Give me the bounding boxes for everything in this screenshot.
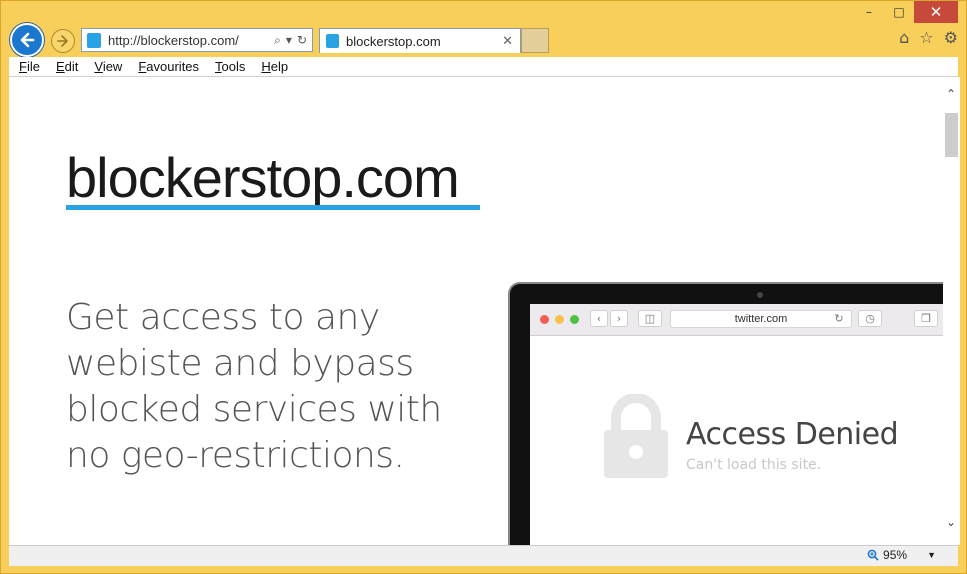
menu-view[interactable]: View [94,59,122,74]
menu-help[interactable]: Help [261,59,288,74]
toolbar-icons: ⌂ ☆ ⚙ [899,28,958,47]
address-bar[interactable]: http://blockerstop.com/ ⌕ ▾ ↻ [81,28,313,52]
menu-bar: File Edit View Favourites Tools Help [9,57,958,77]
mock-back-icon: ‹ [590,310,608,327]
close-tab-icon[interactable]: ✕ [502,34,513,49]
yellow-dot-icon [555,315,564,324]
mock-browser-toolbar: ‹ › ◫ twitter.com ↻ ◷ ❐ [530,304,943,336]
mock-forward-icon: › [610,310,628,327]
address-url[interactable]: http://blockerstop.com/ [108,33,274,48]
mock-url-field: twitter.com [670,310,852,328]
close-button[interactable]: ✕ [914,1,958,23]
gear-icon[interactable]: ⚙ [944,28,958,47]
mock-sidebar-icon: ◫ [638,310,662,327]
browser-window: – □ ✕ http://blockerstop.com/ ⌕ ▾ ↻ bloc [0,0,967,574]
mock-refresh-icon: ↻ [834,312,844,325]
mock-tabs-icon: ❐ [914,310,938,327]
chevron-down-icon[interactable]: ▾ [286,33,292,48]
refresh-icon[interactable]: ↻ [297,33,307,48]
new-tab-button[interactable] [521,28,549,53]
zoom-level: 95% [883,548,908,562]
laptop-camera [757,292,763,298]
window-caption-buttons: – □ ✕ [854,1,958,23]
scroll-down-icon[interactable]: ⌄ [946,515,956,529]
navigation-bar: http://blockerstop.com/ ⌕ ▾ ↻ blockersto… [7,23,966,59]
forward-arrow-icon [57,35,68,47]
access-denied-subtitle: Can't load this site. [686,457,822,473]
menu-file[interactable]: File [19,59,40,74]
minimize-button[interactable]: – [854,1,884,23]
menu-tools[interactable]: Tools [215,59,245,74]
laptop-illustration: ‹ › ◫ twitter.com ↻ ◷ ❐ Access Denied Ca… [508,282,943,545]
scroll-thumb[interactable] [945,113,958,157]
padlock-icon [604,394,668,478]
menu-edit[interactable]: Edit [56,59,78,74]
search-icon[interactable]: ⌕ [274,33,281,48]
favorites-star-icon[interactable]: ☆ [919,28,933,47]
title-underline [66,205,480,210]
maximize-button[interactable]: □ [884,1,914,23]
mock-history-icon: ◷ [858,310,882,327]
page-lock-icon [87,32,101,48]
scroll-up-icon[interactable]: ⌃ [946,87,956,101]
page-content: blockerstop.com Get access to any webist… [9,77,943,545]
tab-blockerstop[interactable]: blockerstop.com ✕ [319,28,521,53]
vertical-scrollbar[interactable]: ⌃ ⌄ [943,77,960,545]
tab-favicon-icon [326,34,339,48]
status-bar: 95% ▼ [9,545,958,566]
tab-label: blockerstop.com [346,33,441,49]
red-dot-icon [540,315,549,324]
forward-button[interactable] [51,29,75,53]
green-dot-icon [570,315,579,324]
chevron-down-icon[interactable]: ▼ [927,550,936,560]
home-icon[interactable]: ⌂ [899,28,909,47]
back-button[interactable] [10,23,44,57]
back-arrow-icon [20,32,35,48]
page-tagline: Get access to any webiste and bypass blo… [66,297,442,476]
access-denied-title: Access Denied [686,417,899,452]
zoom-icon [867,549,879,561]
page-title[interactable]: blockerstop.com [66,145,460,210]
zoom-control[interactable]: 95% ▼ [867,548,936,562]
menu-favourites[interactable]: Favourites [138,59,199,74]
laptop-screen: ‹ › ◫ twitter.com ↻ ◷ ❐ Access Denied Ca… [530,304,943,545]
